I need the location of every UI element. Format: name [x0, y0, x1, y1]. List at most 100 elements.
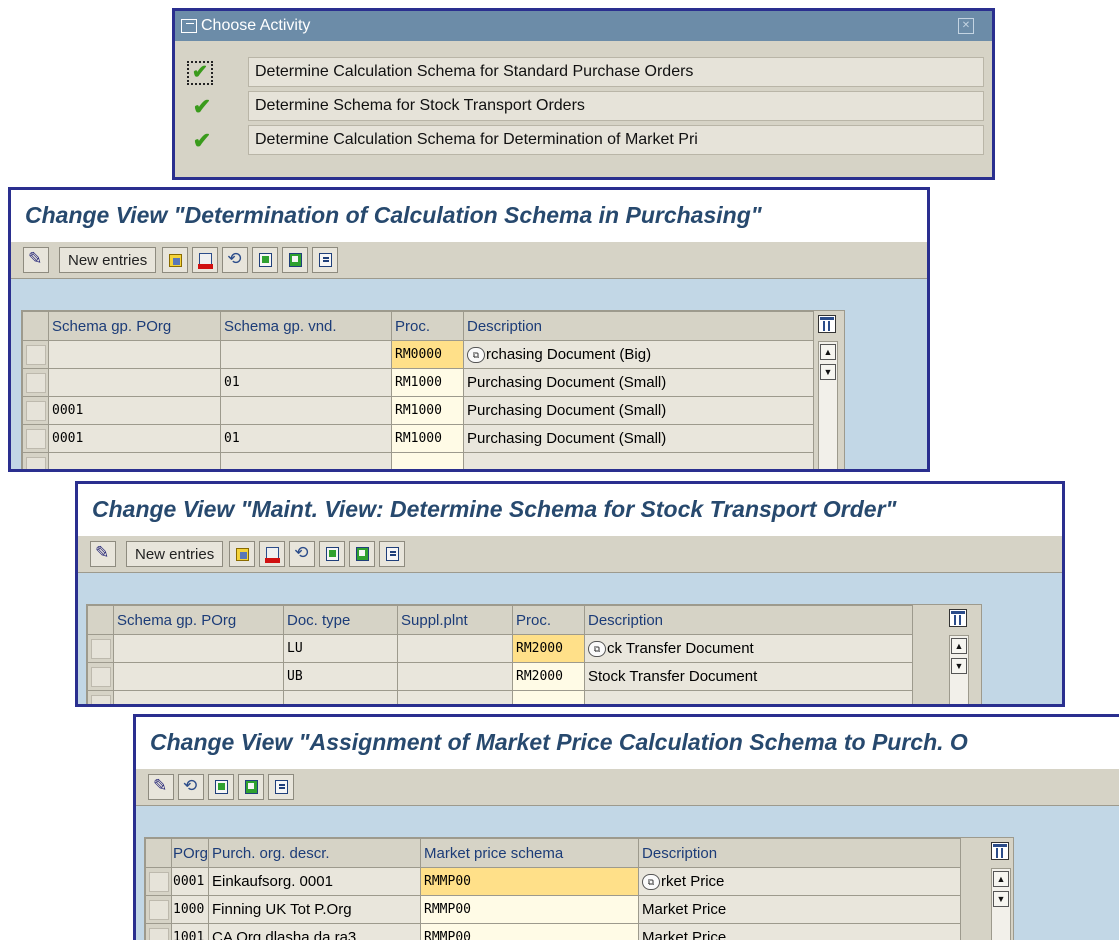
- vertical-scrollbar[interactable]: ▲ ▼: [991, 868, 1011, 940]
- deselect-all-button[interactable]: [312, 247, 339, 273]
- deselect-all-button[interactable]: [268, 774, 294, 800]
- activity-row[interactable]: ✔ Determine Calculation Schema for Stand…: [185, 57, 987, 89]
- porg-cell[interactable]: 0001: [48, 424, 221, 453]
- column-header[interactable]: Proc.: [512, 605, 585, 635]
- column-header[interactable]: Doc. type: [283, 605, 398, 635]
- value-help-icon[interactable]: ⧉: [588, 641, 606, 658]
- select-all-cell[interactable]: [145, 838, 172, 868]
- porg-cell[interactable]: [113, 662, 284, 691]
- undo-button[interactable]: [178, 774, 204, 800]
- close-icon[interactable]: ✕: [958, 18, 974, 34]
- column-settings-icon[interactable]: [991, 842, 1009, 860]
- select-block-button[interactable]: [238, 774, 264, 800]
- column-header[interactable]: Schema gp. vnd.: [220, 311, 392, 341]
- activity-row[interactable]: ✔ Determine Calculation Schema for Deter…: [185, 125, 987, 157]
- column-header[interactable]: Proc.: [391, 311, 464, 341]
- select-all-button[interactable]: [252, 247, 279, 273]
- scroll-down-icon[interactable]: ▼: [951, 658, 967, 674]
- porg-cell[interactable]: [113, 634, 284, 663]
- select-block-button[interactable]: [282, 247, 309, 273]
- doc-type-cell[interactable]: LU: [283, 634, 398, 663]
- row-selector[interactable]: [22, 368, 49, 397]
- value-help-icon[interactable]: ⧉: [467, 347, 485, 364]
- column-header[interactable]: Market price schema: [420, 838, 640, 868]
- row-selector[interactable]: [22, 340, 49, 369]
- vendor-cell[interactable]: 01: [220, 368, 392, 397]
- column-header[interactable]: POrg: [170, 838, 210, 868]
- column-header[interactable]: Schema gp. POrg: [113, 605, 284, 635]
- row-selector[interactable]: [145, 867, 172, 896]
- column-header[interactable]: Description: [463, 311, 814, 341]
- porg-cell[interactable]: 0001: [170, 867, 210, 896]
- new-entries-button[interactable]: New entries: [126, 541, 224, 567]
- row-selector[interactable]: [22, 424, 49, 453]
- proc-input[interactable]: [512, 690, 585, 704]
- proc-input[interactable]: RM2000: [512, 662, 585, 691]
- proc-input[interactable]: RM1000: [391, 396, 464, 425]
- row-selector[interactable]: [145, 923, 172, 940]
- proc-input[interactable]: RM2000: [512, 634, 585, 663]
- column-header[interactable]: Purch. org. descr.: [208, 838, 422, 868]
- copy-button[interactable]: [229, 541, 256, 567]
- scroll-down-icon[interactable]: ▼: [993, 891, 1009, 907]
- porg-cell[interactable]: [48, 452, 221, 469]
- market-schema-input[interactable]: RMMP00: [420, 895, 640, 924]
- activity-button[interactable]: Determine Schema for Stock Transport Ord…: [248, 91, 984, 121]
- column-header[interactable]: Description: [584, 605, 913, 635]
- scroll-up-icon[interactable]: ▲: [951, 638, 967, 654]
- column-header[interactable]: Schema gp. POrg: [48, 311, 221, 341]
- market-schema-input[interactable]: RMMP00: [420, 923, 640, 940]
- activity-button[interactable]: Determine Calculation Schema for Determi…: [248, 125, 984, 155]
- column-settings-icon[interactable]: [949, 609, 967, 627]
- proc-input[interactable]: [391, 452, 464, 469]
- select-all-button[interactable]: [319, 541, 346, 567]
- vendor-cell[interactable]: 01: [220, 424, 392, 453]
- vertical-scrollbar[interactable]: ▲ ▼: [818, 341, 838, 469]
- proc-input[interactable]: RM1000: [391, 368, 464, 397]
- porg-cell[interactable]: [48, 340, 221, 369]
- scroll-down-icon[interactable]: ▼: [820, 364, 836, 380]
- delete-button[interactable]: [192, 247, 219, 273]
- select-all-cell[interactable]: [22, 311, 49, 341]
- doc-type-cell[interactable]: [283, 690, 398, 704]
- row-selector[interactable]: [87, 662, 114, 691]
- vendor-cell[interactable]: [220, 340, 392, 369]
- column-header[interactable]: Suppl.plnt: [397, 605, 513, 635]
- select-block-button[interactable]: [349, 541, 376, 567]
- delete-button[interactable]: [259, 541, 286, 567]
- column-settings-icon[interactable]: [818, 315, 836, 333]
- select-all-button[interactable]: [208, 774, 234, 800]
- column-header[interactable]: Description: [638, 838, 962, 868]
- deselect-all-button[interactable]: [379, 541, 406, 567]
- copy-button[interactable]: [162, 247, 189, 273]
- row-selector[interactable]: [145, 895, 172, 924]
- proc-input[interactable]: RM1000: [391, 424, 464, 453]
- activity-button[interactable]: Determine Calculation Schema for Standar…: [248, 57, 984, 87]
- scroll-up-icon[interactable]: ▲: [993, 871, 1009, 887]
- value-help-icon[interactable]: ⧉: [642, 874, 661, 891]
- row-selector[interactable]: [22, 452, 49, 469]
- undo-button[interactable]: [289, 541, 316, 567]
- porg-cell[interactable]: [113, 690, 284, 704]
- vendor-cell[interactable]: [220, 452, 392, 469]
- proc-input[interactable]: RM0000: [391, 340, 464, 369]
- supply-plant-cell[interactable]: [397, 634, 513, 663]
- edit-button[interactable]: [23, 247, 49, 273]
- porg-cell[interactable]: 0001: [48, 396, 221, 425]
- activity-row[interactable]: ✔ Determine Schema for Stock Transport O…: [185, 91, 987, 123]
- supply-plant-cell[interactable]: [397, 662, 513, 691]
- vendor-cell[interactable]: [220, 396, 392, 425]
- porg-cell[interactable]: [48, 368, 221, 397]
- porg-cell[interactable]: 1001: [170, 923, 210, 940]
- market-schema-input[interactable]: RMMP00: [420, 867, 640, 896]
- supply-plant-cell[interactable]: [397, 690, 513, 704]
- undo-button[interactable]: [222, 247, 249, 273]
- edit-button[interactable]: [148, 774, 174, 800]
- porg-cell[interactable]: 1000: [170, 895, 210, 924]
- row-selector[interactable]: [87, 634, 114, 663]
- doc-type-cell[interactable]: UB: [283, 662, 398, 691]
- select-all-cell[interactable]: [87, 605, 114, 635]
- new-entries-button[interactable]: New entries: [59, 247, 157, 273]
- scroll-up-icon[interactable]: ▲: [820, 344, 836, 360]
- row-selector[interactable]: [87, 690, 114, 704]
